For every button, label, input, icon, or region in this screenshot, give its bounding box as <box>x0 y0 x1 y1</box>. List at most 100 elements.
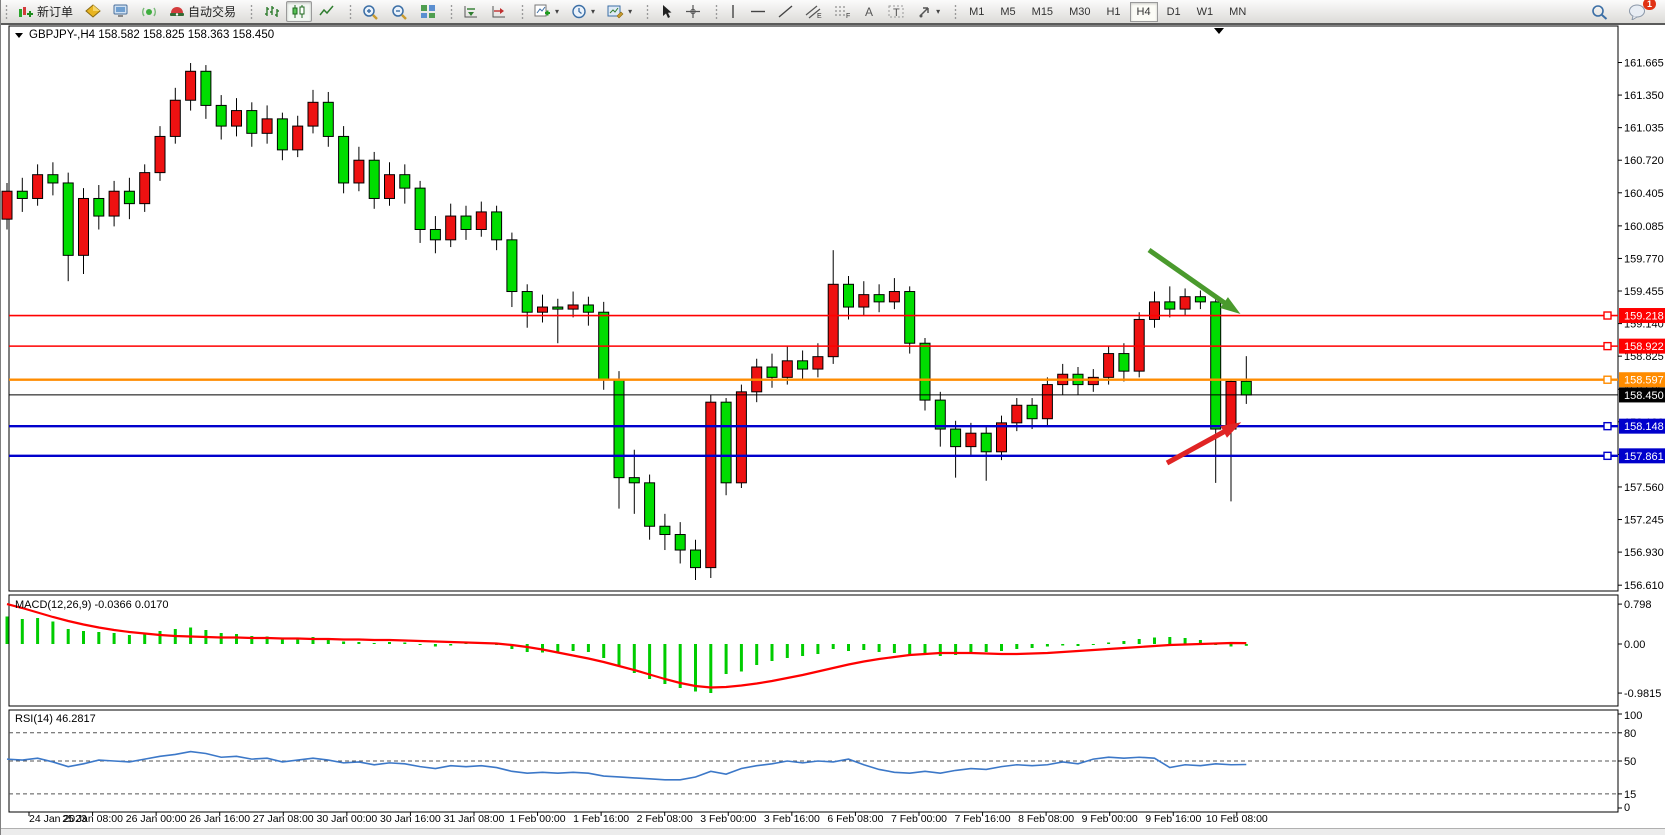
navigator-button[interactable] <box>108 1 134 22</box>
candle-body <box>1088 377 1098 384</box>
text-button[interactable]: A <box>858 1 881 22</box>
candle <box>905 286 915 353</box>
timeframe-m5-button[interactable]: M5 <box>993 2 1022 22</box>
candle-body <box>415 188 425 229</box>
bottom-scroll-strip[interactable] <box>1 828 1665 835</box>
price-tick-label: 156.930 <box>1624 547 1664 559</box>
channel-letter: E <box>817 13 822 19</box>
timeframe-w1-button[interactable]: W1 <box>1190 2 1221 22</box>
navigator-icon <box>113 4 129 19</box>
time-tick-label: 7 Feb 16:00 <box>955 813 1011 825</box>
crosshair-icon <box>685 4 701 19</box>
timeframe-h4-button[interactable]: H4 <box>1130 2 1158 22</box>
chart-area[interactable]: 161.665161.350161.035160.720160.405160.0… <box>1 25 1665 835</box>
candle-body <box>186 71 196 100</box>
market-watch-icon <box>85 4 101 19</box>
candle-body <box>553 307 563 309</box>
time-tick-label: 7 Feb 00:00 <box>891 813 947 825</box>
hline-handle[interactable] <box>1604 312 1611 319</box>
autotrade-label: 自动交易 <box>188 3 236 20</box>
text-icon: A <box>863 4 876 19</box>
candle-body <box>782 361 792 378</box>
periods-button[interactable]: ▾ <box>566 1 600 22</box>
hline-handle[interactable] <box>1604 376 1611 383</box>
price-axis: 161.665161.350161.035160.720160.405160.0… <box>1618 58 1664 593</box>
auto-scroll-icon <box>463 4 479 19</box>
candle-body <box>660 526 670 534</box>
zoom-in-icon <box>362 4 379 20</box>
text-label-button[interactable]: T <box>883 1 910 22</box>
timeframe-d1-button[interactable]: D1 <box>1160 2 1188 22</box>
tile-windows-button[interactable] <box>415 1 441 22</box>
autotrade-button[interactable]: 自动交易 <box>164 1 241 22</box>
horizontal-line-button[interactable] <box>745 1 771 22</box>
signal-button[interactable] <box>136 1 162 22</box>
candle-body <box>1226 381 1236 429</box>
periods-dropdown-caret: ▾ <box>591 7 595 16</box>
timeframe-h1-button[interactable]: H1 <box>1099 2 1127 22</box>
price-badge-label: 157.861 <box>1624 451 1664 463</box>
hline-handle[interactable] <box>1604 423 1611 430</box>
vertical-line-button[interactable] <box>723 1 743 22</box>
hline-handle[interactable] <box>1604 343 1611 350</box>
indicators-button[interactable]: ▾ <box>529 1 564 22</box>
trendline-button[interactable] <box>773 1 798 22</box>
search-icon <box>1591 4 1608 20</box>
auto-scroll-button[interactable] <box>458 1 484 22</box>
candle-body <box>476 212 486 230</box>
price-tick-label: 159.455 <box>1624 286 1664 298</box>
zoom-out-button[interactable] <box>386 1 413 22</box>
toolbar-group-timeframes: M1M5M15M30H1H4D1W1MN <box>950 0 1258 24</box>
candle-body <box>1012 405 1022 423</box>
candle-body <box>1104 354 1114 378</box>
arrows-button[interactable]: ▾ <box>912 1 945 22</box>
candle-body <box>981 433 991 452</box>
candle-body <box>568 305 578 309</box>
timeframe-m15-button[interactable]: M15 <box>1025 2 1060 22</box>
search-button[interactable] <box>1586 1 1613 22</box>
chart-canvas[interactable]: 161.665161.350161.035160.720160.405160.0… <box>1 25 1665 835</box>
text-letter: A <box>865 5 873 19</box>
hline-handle[interactable] <box>1604 452 1611 459</box>
bar-chart-button[interactable] <box>258 1 284 22</box>
macd-label: MACD(12,26,9) -0.0366 0.0170 <box>15 599 168 611</box>
candle-body <box>859 295 869 307</box>
fibonacci-button[interactable]: F <box>829 1 856 22</box>
candle <box>339 126 349 193</box>
candlestick-chart-button[interactable] <box>286 1 312 22</box>
timeframe-mn-button[interactable]: MN <box>1222 2 1253 22</box>
timeframe-m1-button[interactable]: M1 <box>962 2 991 22</box>
bar-chart-icon <box>263 4 279 19</box>
market-watch-button[interactable] <box>80 1 106 22</box>
candle-body <box>124 191 134 203</box>
candle-body <box>109 191 119 216</box>
price-tick-label: 157.560 <box>1624 482 1664 494</box>
chart-shift-button[interactable] <box>486 1 512 22</box>
time-axis[interactable]: 24 Jan 202325 Jan 08:0026 Jan 00:0026 Ja… <box>29 812 1268 825</box>
line-chart-button[interactable] <box>314 1 340 22</box>
candle-body <box>155 136 165 172</box>
candle-body <box>920 343 930 400</box>
toolbar-group-standard: 新订单 自动交易 <box>1 0 246 24</box>
chat-button[interactable]: 1 <box>1623 1 1651 22</box>
candle-body <box>1195 297 1205 302</box>
chart-shift-icon <box>491 4 507 19</box>
cursor-button[interactable] <box>654 1 678 22</box>
zoom-in-button[interactable] <box>357 1 384 22</box>
candle-body <box>1180 297 1190 309</box>
zoom-out-icon <box>391 4 408 20</box>
candle-body <box>323 102 333 136</box>
new-order-button[interactable]: 新订单 <box>13 1 78 22</box>
candlestick-chart-icon <box>291 4 307 19</box>
timeframe-m30-button[interactable]: M30 <box>1062 2 1097 22</box>
toolbar-group-scroll <box>446 0 517 24</box>
templates-button[interactable]: ▾ <box>602 1 637 22</box>
macd-tick-label: -0.9815 <box>1624 688 1661 700</box>
tile-windows-icon <box>420 4 436 19</box>
crosshair-button[interactable] <box>680 1 706 22</box>
price-badge-label: 159.218 <box>1624 311 1664 323</box>
time-tick-label: 3 Feb 00:00 <box>700 813 756 825</box>
candle-body <box>140 173 150 204</box>
candle-body <box>507 240 517 292</box>
equidistant-channel-button[interactable]: E <box>800 1 827 22</box>
